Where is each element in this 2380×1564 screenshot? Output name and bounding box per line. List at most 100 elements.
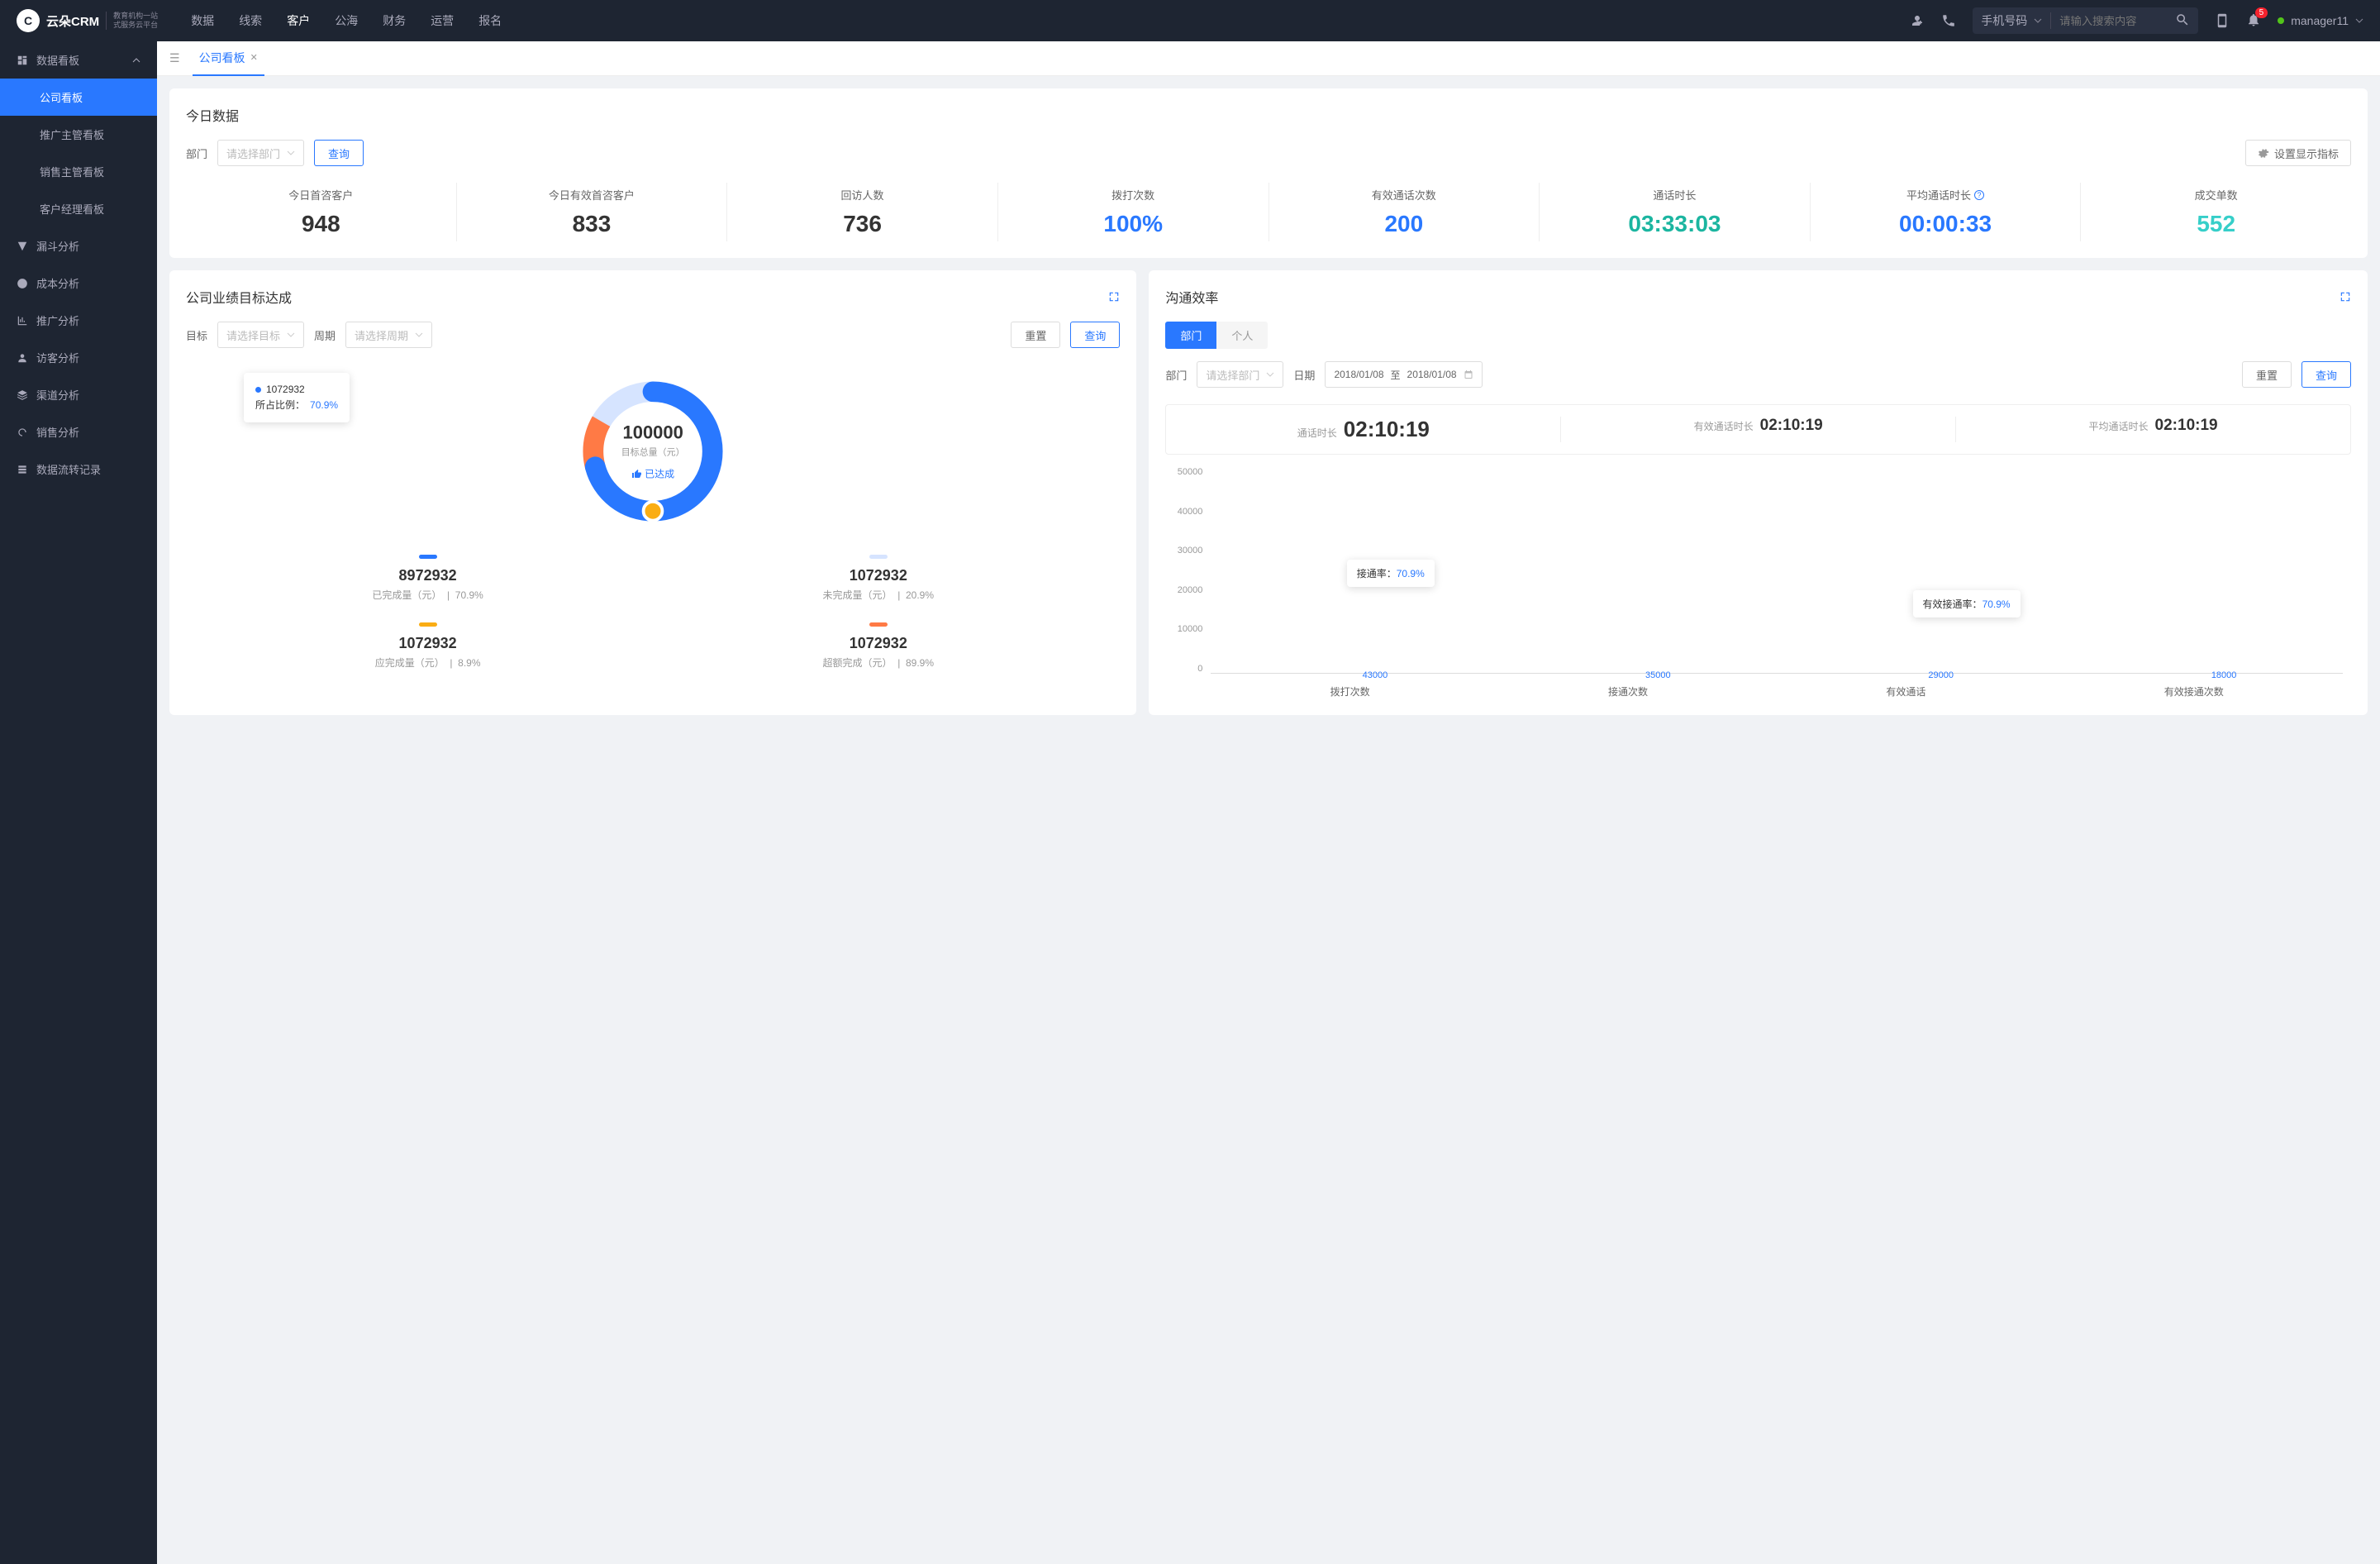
segment-item[interactable]: 部门 (1165, 322, 1216, 349)
target-card: 公司业绩目标达成 目标 请选择目标 周期 请选择周期 (169, 270, 1136, 715)
logo-text: 云朵CRM (46, 12, 99, 30)
metric-label: 通话时长 (1540, 187, 1810, 203)
bell-icon (2246, 12, 2261, 27)
summary-item: 有效通话时长02:10:19 (1561, 417, 1956, 442)
expand-icon[interactable] (2340, 291, 2351, 303)
metric: 通话时长 03:33:03 (1540, 183, 1811, 241)
sidebar-icon (17, 352, 28, 364)
help-icon[interactable]: ? (1974, 190, 1984, 200)
metric-value: 833 (457, 211, 727, 237)
sidebar-item[interactable]: 推广分析 (0, 302, 157, 339)
dept-select[interactable]: 请选择部门 (217, 140, 304, 166)
notification-bell[interactable] (2246, 12, 2261, 30)
date-range-input[interactable]: 2018/01/08 至 2018/01/08 (1325, 361, 1482, 388)
expand-icon[interactable] (1108, 291, 1120, 303)
sidebar-sub-item[interactable]: 推广主管看板 (0, 116, 157, 153)
tab-collapse-icon[interactable]: ☰ (169, 51, 180, 65)
dashboard-icon (17, 55, 28, 66)
search-button[interactable] (2167, 12, 2198, 30)
nav-item[interactable]: 客户 (287, 1, 310, 41)
metric-label: 成交单数 (2081, 187, 2351, 203)
logo-subtitle: 教育机构一站 式服务云平台 (106, 12, 158, 30)
donut-chart: 1072932 所占比例：70.9% 100000 目标总量（ (186, 365, 1120, 538)
legend-color-icon (419, 555, 437, 559)
sidebar-item[interactable]: 渠道分析 (0, 376, 157, 413)
legend-item: 1072932超额完成（元） | 89.9% (661, 622, 1095, 670)
summary-item: 通话时长02:10:19 (1166, 417, 1561, 442)
metric-label: 有效通话次数 (1269, 187, 1540, 203)
comm-title: 沟通效率 (1165, 287, 1218, 307)
today-data-card: 今日数据 部门 请选择部门 查询 设置显示指标 今日首咨客户948今日有效首咨客… (169, 88, 2368, 258)
nav-item[interactable]: 数据 (191, 1, 214, 41)
sidebar-item[interactable]: 数据流转记录 (0, 451, 157, 488)
donut-center-sub: 目标总量（元） (621, 446, 685, 459)
query-button[interactable]: 查询 (1070, 322, 1120, 348)
chevron-down-icon (287, 149, 295, 157)
period-select[interactable]: 请选择周期 (345, 322, 432, 348)
metric-value: 100% (998, 211, 1269, 237)
nav-item[interactable]: 公海 (335, 1, 358, 41)
sidebar-item[interactable]: 销售分析 (0, 413, 157, 451)
sidebar: 数据看板 公司看板推广主管看板销售主管看板客户经理看板 漏斗分析成本分析推广分析… (0, 41, 157, 1564)
legend-color-icon (419, 622, 437, 627)
reset-button[interactable]: 重置 (1011, 322, 1060, 348)
sidebar-sub-item[interactable]: 公司看板 (0, 79, 157, 116)
metric-value: 200 (1269, 211, 1540, 237)
nav-item[interactable]: 财务 (383, 1, 406, 41)
donut-tooltip: 1072932 所占比例：70.9% (244, 373, 350, 422)
main-content: ☰ 公司看板 ✕ 今日数据 部门 请选择部门 查询 (157, 41, 2380, 1564)
metric-value: 03:33:03 (1540, 211, 1810, 237)
chevron-down-icon (2355, 17, 2363, 25)
today-title: 今日数据 (186, 105, 2351, 125)
dept-label: 部门 (186, 145, 207, 161)
chevron-up-icon (132, 56, 140, 64)
nav-item[interactable]: 报名 (478, 1, 502, 41)
sidebar-item[interactable]: 访客分析 (0, 339, 157, 376)
sidebar-item[interactable]: 漏斗分析 (0, 227, 157, 265)
target-select[interactable]: 请选择目标 (217, 322, 304, 348)
status-dot-icon (2278, 17, 2284, 24)
x-label: 有效通话 (1886, 684, 1925, 699)
search-box: 手机号码 (1973, 7, 2198, 34)
user-menu[interactable]: manager11 (2278, 14, 2363, 27)
metric-label: 今日有效首咨客户 (457, 187, 727, 203)
settings-metrics-button[interactable]: 设置显示指标 (2245, 140, 2351, 166)
metric-label: 拨打次数 (998, 187, 1269, 203)
sidebar-icon (17, 278, 28, 289)
page-tabs: ☰ 公司看板 ✕ (157, 41, 2380, 76)
gear-icon (2258, 147, 2269, 159)
comm-dept-select[interactable]: 请选择部门 (1197, 361, 1283, 388)
sidebar-item[interactable]: 成本分析 (0, 265, 157, 302)
query-button[interactable]: 查询 (2301, 361, 2351, 388)
phone-icon[interactable] (1941, 13, 1956, 28)
nav-item[interactable]: 线索 (239, 1, 262, 41)
metric: 拨打次数 100% (998, 183, 1269, 241)
add-user-icon[interactable] (1910, 13, 1925, 28)
metric-label: 平均通话时长? (1811, 187, 2081, 203)
metric-value: 948 (186, 211, 456, 237)
legend-color-icon (869, 555, 888, 559)
sidebar-icon (17, 241, 28, 252)
tab-company-board[interactable]: 公司看板 ✕ (193, 41, 264, 76)
mobile-icon[interactable] (2215, 13, 2230, 28)
nav-item[interactable]: 运营 (431, 1, 454, 41)
reset-button[interactable]: 重置 (2242, 361, 2292, 388)
bar-chart: 50000400003000020000100000 接通率：70.9% 有效接… (1165, 467, 2351, 699)
sidebar-sub-item[interactable]: 客户经理看板 (0, 190, 157, 227)
x-label: 有效接通次数 (2164, 684, 2224, 699)
header-right: 手机号码 manager11 (1910, 7, 2363, 34)
search-input[interactable] (2051, 15, 2167, 27)
sidebar-icon (17, 315, 28, 327)
metric: 回访人数736 (727, 183, 998, 241)
search-icon (2175, 12, 2190, 27)
tab-close-icon[interactable]: ✕ (250, 52, 258, 63)
sidebar-sub-item[interactable]: 销售主管看板 (0, 153, 157, 190)
search-type-select[interactable]: 手机号码 (1973, 12, 2051, 29)
metric: 今日首咨客户948 (186, 183, 457, 241)
metric-value: 552 (2081, 211, 2351, 237)
sidebar-group-dashboard[interactable]: 数据看板 (0, 41, 157, 79)
chart-tooltip-1: 接通率：70.9% (1347, 560, 1435, 587)
query-button[interactable]: 查询 (314, 140, 364, 166)
segment-item[interactable]: 个人 (1216, 322, 1268, 349)
sidebar-icon (17, 427, 28, 438)
